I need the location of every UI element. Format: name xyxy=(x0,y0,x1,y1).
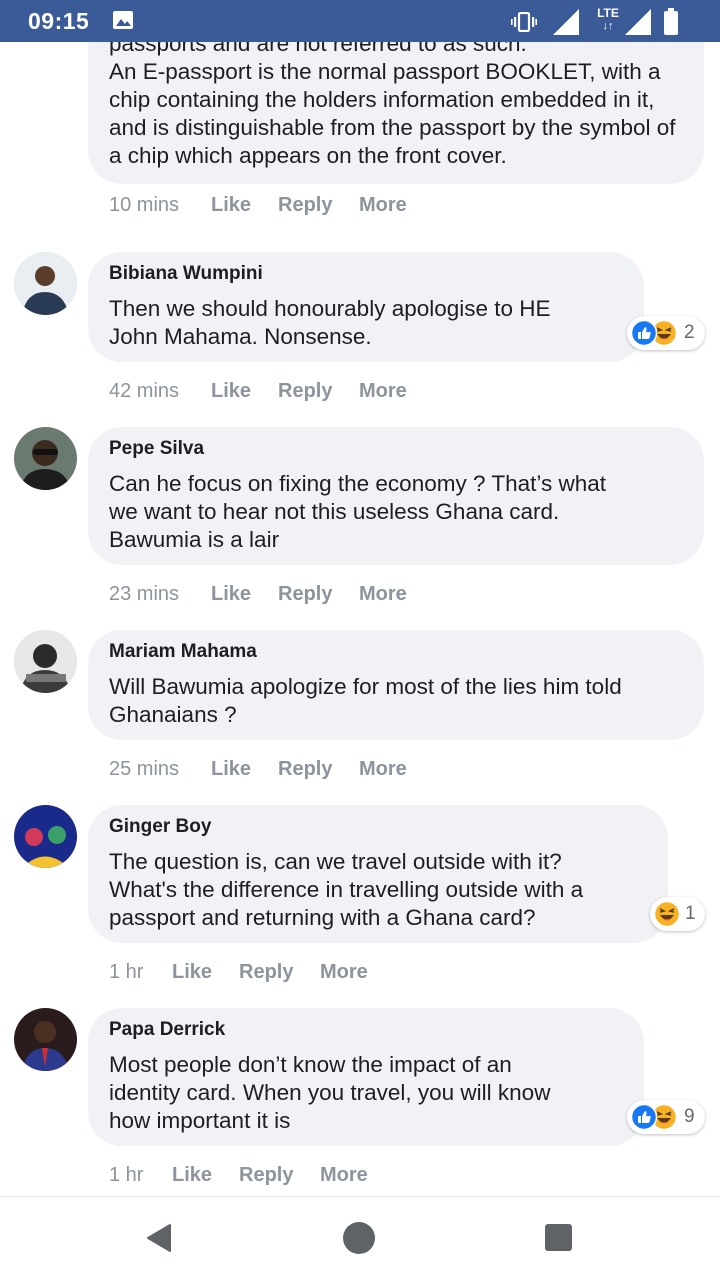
app-root: 09:15 LTE ↓↑ passports and are not refer… xyxy=(0,0,720,1280)
avatar[interactable] xyxy=(14,630,77,693)
reply-button[interactable]: Reply xyxy=(278,194,332,217)
comment-feed[interactable]: passports and are not referred to as suc… xyxy=(0,42,720,1196)
navigation-bar xyxy=(0,1196,720,1280)
comment-author[interactable]: Mariam Mahama xyxy=(109,641,684,663)
like-button[interactable]: Like xyxy=(172,1164,212,1187)
comment-bubble: Mariam Mahama Will Bawumia apologize for… xyxy=(88,630,704,740)
reply-button[interactable]: Reply xyxy=(239,1164,293,1187)
like-button[interactable]: Like xyxy=(172,961,212,984)
more-button[interactable]: More xyxy=(359,583,407,606)
reply-button[interactable]: Reply xyxy=(239,961,293,984)
avatar[interactable] xyxy=(14,1008,77,1071)
comment-bubble: Papa Derrick Most people don’t know the … xyxy=(88,1008,644,1146)
vibrate-icon xyxy=(511,12,537,32)
comment-time[interactable]: 42 mins xyxy=(109,380,179,403)
lte-arrows-icon: ↓↑ xyxy=(602,20,614,32)
image-icon xyxy=(113,11,133,29)
comment-text: Will Bawumia apologize for most of the l… xyxy=(109,674,622,727)
back-icon[interactable] xyxy=(146,1223,172,1253)
avatar[interactable] xyxy=(14,252,77,315)
like-button[interactable]: Like xyxy=(211,380,251,403)
like-reaction-icon xyxy=(631,1104,657,1130)
avatar[interactable] xyxy=(14,427,77,490)
haha-reaction-icon xyxy=(654,901,680,927)
comment-time[interactable]: 1 hr xyxy=(109,961,143,984)
like-button[interactable]: Like xyxy=(211,583,251,606)
comment-text: Then we should honourably apologise to H… xyxy=(109,296,551,349)
like-reaction-icon xyxy=(631,320,657,346)
reaction-count: 1 xyxy=(685,903,696,924)
more-button[interactable]: More xyxy=(359,194,407,217)
status-time: 09:15 xyxy=(28,8,90,34)
status-bar: 09:15 LTE ↓↑ xyxy=(0,0,720,42)
comment-author[interactable]: Papa Derrick xyxy=(109,1019,624,1041)
comment-bubble: Bibiana Wumpini Then we should honourabl… xyxy=(88,252,644,362)
like-button[interactable]: Like xyxy=(211,194,251,217)
reaction-summary[interactable]: 2 xyxy=(627,316,705,350)
reaction-summary[interactable]: 9 xyxy=(627,1100,705,1134)
reply-button[interactable]: Reply xyxy=(278,583,332,606)
lte-label: LTE xyxy=(597,6,619,20)
lte-icon: LTE ↓↑ xyxy=(595,6,621,34)
comment-time[interactable]: 10 mins xyxy=(109,194,179,217)
avatar[interactable] xyxy=(14,805,77,868)
comment-bubble: Pepe Silva Can he focus on fixing the ec… xyxy=(88,427,704,565)
comment-bubble: passports and are not referred to as suc… xyxy=(88,42,704,184)
more-button[interactable]: More xyxy=(320,1164,368,1187)
signal-icon xyxy=(625,9,651,35)
reply-button[interactable]: Reply xyxy=(278,758,332,781)
signal-icon xyxy=(553,9,579,35)
status-icons: LTE ↓↑ xyxy=(511,6,696,36)
comment-author[interactable]: Ginger Boy xyxy=(109,816,648,838)
reply-button[interactable]: Reply xyxy=(278,380,332,403)
comment-text: The question is, can we travel outside w… xyxy=(109,849,584,930)
battery-icon xyxy=(664,8,678,35)
recents-icon[interactable] xyxy=(545,1224,572,1251)
reaction-count: 2 xyxy=(684,322,695,343)
more-button[interactable]: More xyxy=(320,961,368,984)
like-button[interactable]: Like xyxy=(211,758,251,781)
comment-text: passports and are not referred to as suc… xyxy=(109,42,676,168)
reaction-summary[interactable]: 1 xyxy=(650,897,705,931)
comment-time[interactable]: 23 mins xyxy=(109,583,179,606)
comment-bubble: Ginger Boy The question is, can we trave… xyxy=(88,805,668,943)
comment-time[interactable]: 25 mins xyxy=(109,758,179,781)
comment-author[interactable]: Bibiana Wumpini xyxy=(109,263,624,285)
home-icon[interactable] xyxy=(343,1222,375,1254)
reaction-count: 9 xyxy=(684,1106,695,1127)
more-button[interactable]: More xyxy=(359,380,407,403)
comment-text: Can he focus on fixing the economy ? Tha… xyxy=(109,471,606,552)
comment-text: Most people don’t know the impact of an … xyxy=(109,1052,551,1133)
more-button[interactable]: More xyxy=(359,758,407,781)
comment-author[interactable]: Pepe Silva xyxy=(109,438,684,460)
comment-time[interactable]: 1 hr xyxy=(109,1164,143,1187)
